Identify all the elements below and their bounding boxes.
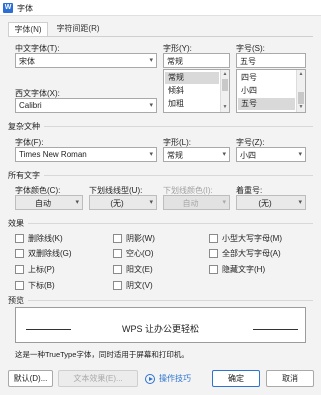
font-size-input[interactable]: 五号 — [236, 53, 306, 68]
font-style-list[interactable]: 常规 倾斜 加粗 ▲ ▼ — [163, 69, 230, 113]
chevron-down-icon: ▾ — [222, 199, 226, 206]
checkbox-label: 删除线(K) — [28, 234, 63, 243]
chevron-down-icon[interactable]: ▾ — [298, 150, 302, 158]
scroll-up-icon[interactable]: ▲ — [297, 70, 305, 79]
checkbox-box[interactable] — [15, 265, 24, 274]
checkbox-label: 全部大写字母(A) — [222, 249, 281, 258]
checkbox-box[interactable] — [15, 234, 24, 243]
chevron-down-icon[interactable]: ▾ — [149, 101, 153, 109]
preview-group-title: 预览 — [8, 296, 24, 305]
all-text-group-title: 所有文字 — [8, 171, 40, 180]
preview-rule-right — [253, 329, 298, 330]
cn-font-combo[interactable]: 宋体 ▾ — [15, 53, 157, 68]
title-bar: W 字体 — [0, 0, 321, 16]
checkbox-box[interactable] — [113, 281, 122, 290]
tab-divider — [8, 36, 313, 37]
font-style-input[interactable]: 常规 — [163, 53, 230, 68]
font-size-value: 五号 — [240, 57, 256, 66]
scrollbar[interactable]: ▲ ▼ — [296, 70, 305, 112]
group-divider — [44, 126, 313, 127]
checkbox-label: 阴影(W) — [126, 234, 155, 243]
scroll-up-icon[interactable]: ▲ — [221, 70, 229, 79]
checkbox-box[interactable] — [113, 249, 122, 258]
text-effects-button: 文本效果(E)... — [58, 370, 138, 387]
list-item[interactable]: 小四 — [238, 85, 295, 97]
default-button[interactable]: 默认(D)... — [8, 370, 53, 387]
font-info-note: 这是一种TrueType字体，同时适用于屏幕和打印机。 — [15, 350, 189, 359]
checkbox-label: 下标(B) — [28, 281, 55, 290]
chevron-down-icon[interactable]: ▾ — [149, 150, 153, 158]
underline-style-combo[interactable]: (无) ▾ — [89, 195, 157, 210]
checkbox-label: 隐藏文字(H) — [222, 265, 266, 274]
cancel-button[interactable]: 取消 — [266, 370, 314, 387]
checkbox-label: 双删除线(G) — [28, 249, 72, 258]
scroll-down-icon[interactable]: ▼ — [221, 103, 229, 112]
complex-style-combo[interactable]: 常规 ▾ — [163, 147, 230, 162]
wps-writer-icon: W — [3, 3, 13, 13]
checkbox-box[interactable] — [209, 265, 218, 274]
checkbox-box[interactable] — [209, 234, 218, 243]
effects-group-title: 效果 — [8, 219, 24, 228]
checkbox-label: 空心(O) — [126, 249, 154, 258]
complex-size-combo[interactable]: 小四 ▾ — [236, 147, 306, 162]
list-item[interactable]: 加粗 — [165, 98, 219, 110]
chevron-down-icon[interactable]: ▾ — [149, 56, 153, 64]
emphasis-combo[interactable]: (无) ▾ — [236, 195, 306, 210]
complex-style-value: 常规 — [167, 151, 183, 160]
font-color-value: 自动 — [35, 199, 51, 208]
underline-color-value: 自动 — [182, 199, 199, 208]
checkbox-label: 上标(P) — [28, 265, 55, 274]
group-divider — [28, 300, 313, 301]
checkbox-box[interactable] — [15, 249, 24, 258]
underline-style-value: (无) — [110, 199, 124, 208]
chevron-down-icon[interactable]: ▾ — [298, 198, 302, 206]
chevron-down-icon[interactable]: ▾ — [149, 198, 153, 206]
emphasis-value: (无) — [258, 199, 272, 208]
complex-font-value: Times New Roman — [19, 150, 87, 159]
chevron-down-icon[interactable]: ▾ — [222, 150, 226, 158]
checkbox-box[interactable] — [113, 265, 122, 274]
complex-group-title: 复杂文种 — [8, 122, 40, 131]
scroll-down-icon[interactable]: ▼ — [297, 103, 305, 112]
list-item[interactable]: 倾斜 — [165, 85, 219, 97]
checkbox-box[interactable] — [15, 281, 24, 290]
cn-font-value: 宋体 — [19, 57, 35, 66]
preview-box: WPS 让办公更轻松 — [15, 307, 306, 343]
group-divider — [44, 175, 313, 176]
west-font-value: Calibri — [19, 101, 42, 110]
scrollbar[interactable]: ▲ ▼ — [220, 70, 229, 112]
font-color-combo[interactable]: 自动 ▾ — [15, 195, 83, 210]
play-icon — [145, 374, 155, 384]
checkbox-box[interactable] — [113, 234, 122, 243]
tips-label[interactable]: 操作技巧 — [159, 373, 191, 384]
checkbox-label: 阳文(E) — [126, 265, 153, 274]
font-size-list[interactable]: 四号 小四 五号 ▲ ▼ — [236, 69, 306, 113]
group-divider — [28, 223, 313, 224]
scroll-thumb[interactable] — [222, 79, 228, 91]
dialog-title: 字体 — [17, 4, 33, 13]
list-item[interactable]: 五号 — [238, 98, 295, 110]
checkbox-label: 阴文(V) — [126, 281, 153, 290]
complex-size-value: 小四 — [240, 151, 256, 160]
complex-font-combo[interactable]: Times New Roman ▾ — [15, 147, 157, 162]
west-font-combo[interactable]: Calibri ▾ — [15, 98, 157, 113]
underline-color-combo: 自动 ▾ — [163, 195, 230, 210]
tab-font[interactable]: 字体(N) — [8, 22, 48, 37]
list-item[interactable]: 常规 — [165, 72, 219, 84]
ok-button[interactable]: 确定 — [212, 370, 260, 387]
font-style-value: 常规 — [167, 57, 183, 66]
list-item[interactable]: 四号 — [238, 72, 295, 84]
tab-character-spacing[interactable]: 字符间距(R) — [50, 22, 106, 36]
checkbox-box[interactable] — [209, 249, 218, 258]
checkbox-label: 小型大写字母(M) — [222, 234, 282, 243]
chevron-down-icon[interactable]: ▾ — [75, 198, 79, 206]
